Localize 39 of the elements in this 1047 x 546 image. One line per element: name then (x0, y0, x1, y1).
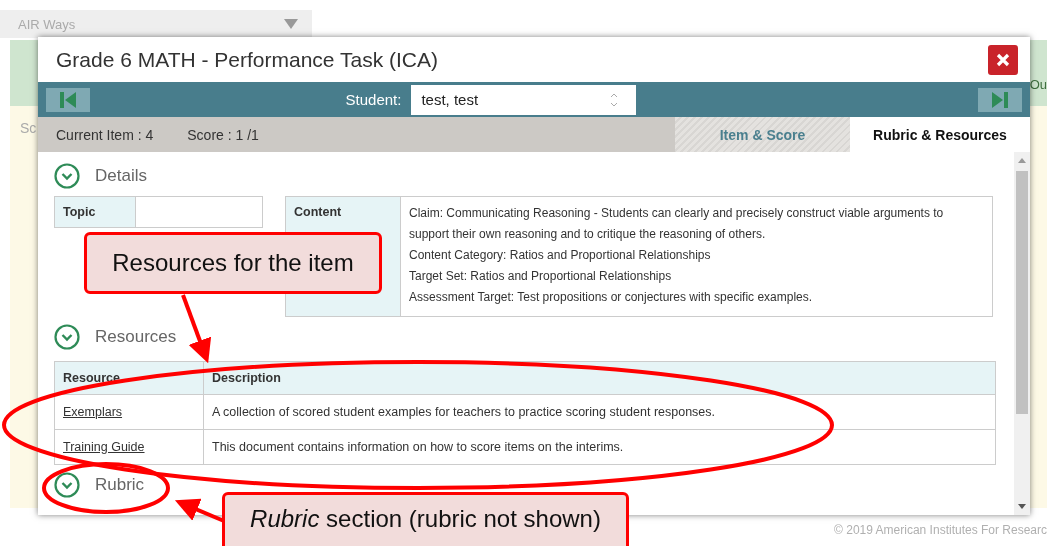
skip-forward-icon[interactable] (990, 91, 1010, 108)
expand-chevron-icon[interactable] (54, 163, 80, 189)
scroll-up-icon[interactable] (1018, 157, 1026, 163)
section-title: Details (95, 166, 147, 186)
callout-arrow (174, 498, 225, 523)
content-text: Assessment Target: Test propositions or conjectures with specific examples. (409, 289, 814, 306)
section-title: Rubric (95, 475, 145, 495)
current-item-text: Current Item : 4 (56, 126, 154, 143)
student-select[interactable]: test, test (411, 84, 637, 115)
resource-link[interactable]: Exemplars (63, 405, 123, 419)
table-header-cell: Topic (54, 196, 136, 228)
expand-chevron-icon[interactable] (54, 472, 80, 498)
side-label: Sc (20, 120, 37, 136)
previous-student-button[interactable] (46, 87, 90, 112)
table-cell: This document contains information on how to score items on the interims. (203, 429, 996, 465)
scroll-thumb[interactable] (1016, 171, 1028, 414)
student-label: Student: (345, 91, 402, 108)
callout-arrow (181, 294, 212, 364)
dialog-title: Grade 6 MATH - Performance Task (ICA) (56, 47, 438, 72)
column-header: Description (203, 361, 996, 395)
dropdown-caret-icon[interactable] (284, 19, 298, 29)
callout-box: Rubric section (rubric not shown) (222, 492, 629, 546)
table-cell: A collection of scored student examples for teachers to practice scoring student responses. (203, 394, 996, 430)
scrollbar[interactable] (1014, 152, 1030, 515)
close-button[interactable] (988, 44, 1018, 75)
side-text: Ou (1029, 77, 1047, 92)
expand-chevron-icon[interactable] (54, 324, 80, 350)
close-icon[interactable] (996, 52, 1010, 67)
next-student-button[interactable] (978, 87, 1022, 112)
content-text: Content Category: Ratios and Proportional Relationships (409, 247, 712, 264)
section-title: Resources (95, 327, 177, 347)
tab[interactable]: Rubric & Resources (850, 117, 1030, 152)
score-text: Score : 1 /1 (187, 126, 259, 143)
content-text: Claim: Communicating Reasoning - Students can clearly and precisely construct viable arguments to support their own reasoning and to critique the reasoning of others. (409, 205, 945, 243)
scroll-down-icon[interactable] (1018, 504, 1026, 510)
content-text: Target Set: Ratios and Proportional Relationships (409, 268, 673, 285)
copyright-text: © 2019 American Institutes For Researc (834, 523, 1047, 537)
skip-back-icon[interactable] (58, 91, 78, 108)
callout-box: Resources for the item (84, 232, 382, 294)
